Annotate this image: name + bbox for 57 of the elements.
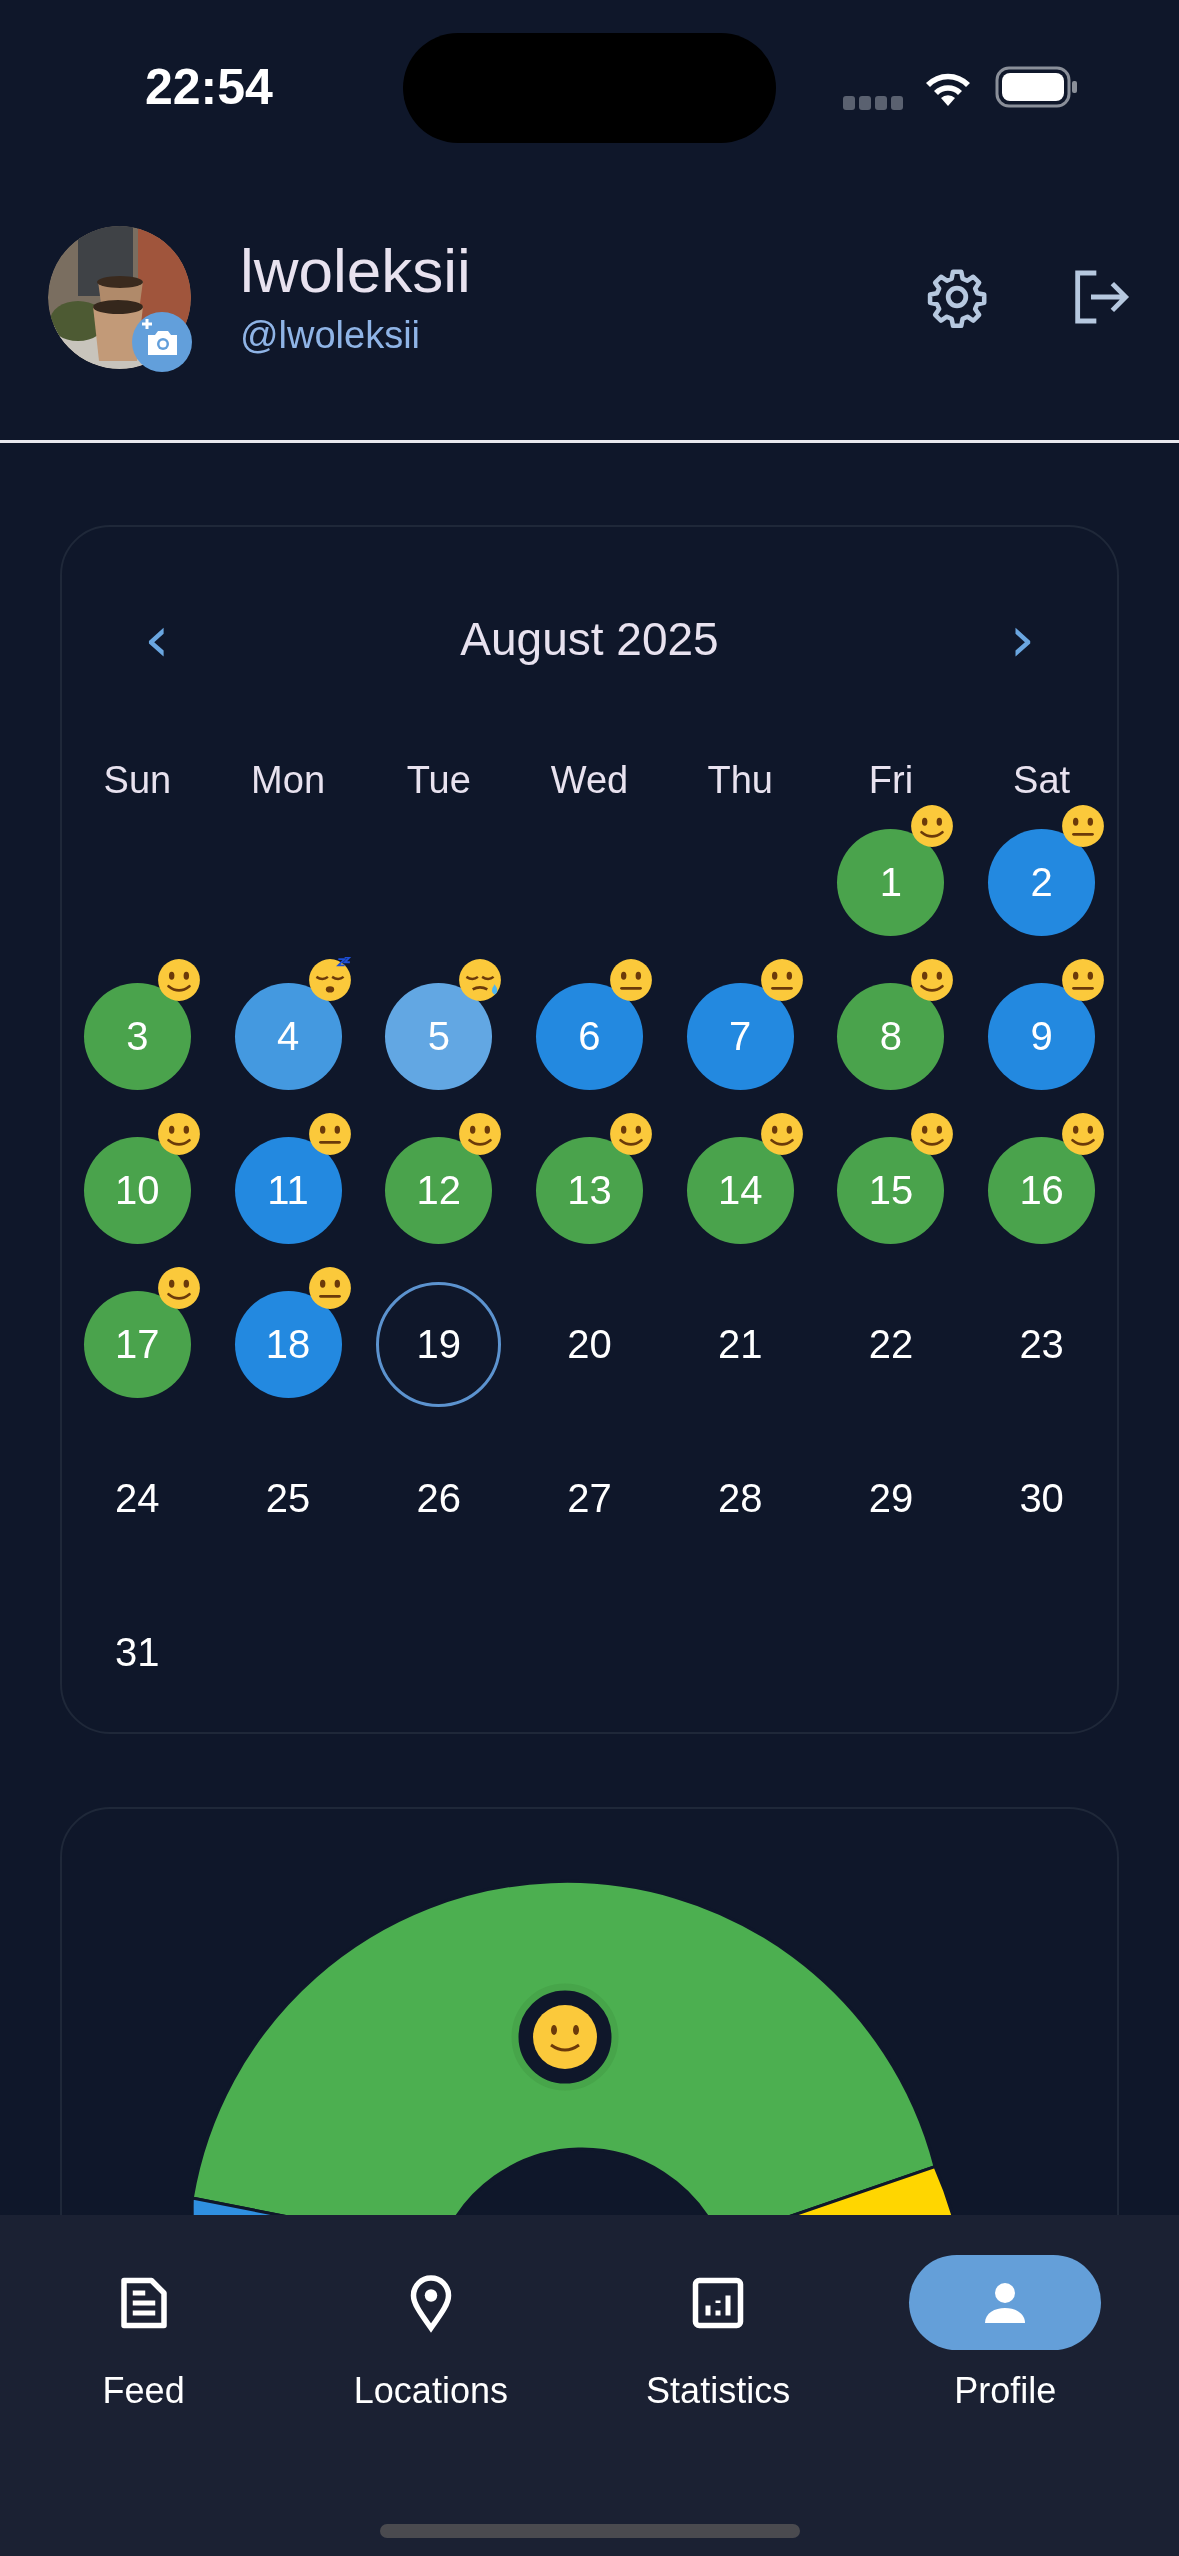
month-title: August 2025 bbox=[460, 612, 719, 666]
neutral-face-icon bbox=[1060, 802, 1107, 849]
smiling-face-icon bbox=[155, 956, 202, 1003]
nav-tab[interactable]: Feed bbox=[0, 2255, 288, 2412]
nav-tab[interactable]: Locations bbox=[287, 2255, 575, 2412]
nav-tab[interactable]: Statistics bbox=[574, 2255, 862, 2412]
calendar-day[interactable]: 24 bbox=[83, 1444, 191, 1552]
profile-handle: @lwoleksii bbox=[240, 313, 422, 357]
smiling-face-icon bbox=[155, 1110, 202, 1157]
signal-icon bbox=[843, 96, 905, 110]
calendar-day[interactable]: 9 bbox=[988, 982, 1096, 1090]
smiling-face-icon bbox=[608, 1110, 654, 1157]
calendar-day[interactable]: 21 bbox=[686, 1290, 794, 1398]
battery-icon bbox=[995, 66, 1079, 108]
calendar-day[interactable]: 25 bbox=[234, 1444, 342, 1552]
calendar-day[interactable]: 11 bbox=[234, 1136, 342, 1244]
calendar-day[interactable]: 2 bbox=[988, 828, 1096, 936]
smiling-face-icon bbox=[457, 1110, 504, 1157]
calendar-day[interactable]: 6 bbox=[536, 982, 643, 1090]
weekday-label: Mon bbox=[251, 758, 325, 802]
add-photo-icon[interactable] bbox=[132, 311, 192, 372]
weekday-label: Thu bbox=[707, 758, 773, 802]
neutral-face-icon bbox=[608, 956, 654, 1003]
calendar-day[interactable]: 19 bbox=[376, 1281, 502, 1407]
next-month-button[interactable]: › bbox=[997, 599, 1047, 679]
sleepy-face-icon bbox=[457, 956, 504, 1003]
calendar-day[interactable]: 18 bbox=[234, 1290, 342, 1398]
nav-tab[interactable]: Profile bbox=[861, 2255, 1149, 2412]
neutral-face-icon bbox=[758, 956, 805, 1003]
calendar-day[interactable]: 20 bbox=[536, 1290, 643, 1398]
status-time: 22:54 bbox=[145, 58, 273, 116]
calendar-day[interactable]: 31 bbox=[83, 1598, 191, 1706]
calendar-day[interactable]: 26 bbox=[385, 1444, 493, 1552]
calendar-day[interactable]: 28 bbox=[686, 1444, 794, 1552]
smiling-face-icon bbox=[758, 1110, 805, 1157]
smiling-face-icon bbox=[1060, 1110, 1107, 1157]
smiling-face-icon bbox=[155, 1264, 202, 1311]
smiling-face-icon bbox=[909, 956, 956, 1003]
weekday-label: Sat bbox=[1013, 758, 1071, 802]
calendar-day[interactable]: 7 bbox=[686, 982, 794, 1090]
neutral-face-icon bbox=[306, 1264, 353, 1311]
weekday-label: Sun bbox=[103, 758, 172, 802]
previous-month-button[interactable]: ‹ bbox=[132, 599, 182, 679]
sleeping-face-icon bbox=[306, 956, 353, 1003]
weekday-label: Wed bbox=[550, 758, 629, 802]
neutral-face-icon bbox=[306, 1110, 353, 1157]
smiling-face-icon bbox=[909, 1110, 956, 1157]
weekday-label: Fri bbox=[868, 758, 914, 802]
calendar-day[interactable]: 22 bbox=[837, 1290, 945, 1398]
smiling-face-icon bbox=[909, 802, 956, 849]
calendar-day[interactable]: 27 bbox=[536, 1444, 643, 1552]
weekday-label: Tue bbox=[406, 758, 471, 802]
neutral-face-icon bbox=[1060, 956, 1107, 1003]
calendar-day[interactable]: 30 bbox=[988, 1444, 1096, 1552]
calendar-day[interactable]: 23 bbox=[988, 1290, 1096, 1398]
profile-name: lwoleksii bbox=[240, 237, 472, 306]
calendar-day[interactable]: 29 bbox=[837, 1444, 945, 1552]
